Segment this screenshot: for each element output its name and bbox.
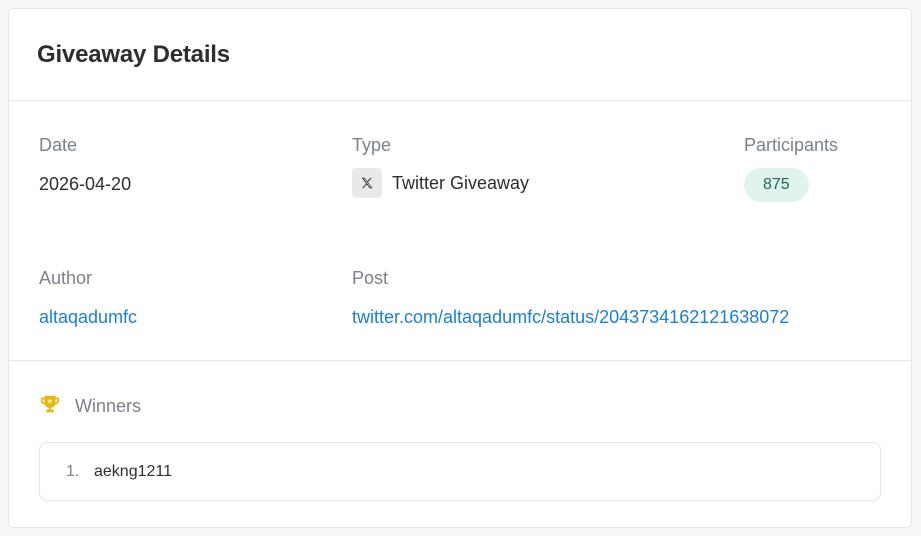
giveaway-details-card: Giveaway Details Date 2026-04-20 Type Tw…: [8, 8, 912, 528]
post-link[interactable]: twitter.com/altaqadumfc/status/204373416…: [352, 307, 789, 328]
post-field: Post twitter.com/altaqadumfc/status/2043…: [352, 268, 789, 328]
winners-title: Winners: [75, 396, 142, 416]
card-header: Giveaway Details: [9, 9, 911, 101]
author-link[interactable]: altaqadumfc: [39, 307, 137, 328]
winner-name: aekng1211: [94, 462, 172, 480]
winner-rank: 1.: [66, 462, 80, 480]
date-value: 2026-04-20: [39, 174, 132, 194]
type-label: Type: [352, 135, 392, 155]
date-label: Date: [39, 135, 78, 155]
winners-section: Winners 1. aekng1211: [9, 361, 911, 501]
x-logo-icon: [352, 168, 382, 198]
details-section: Date 2026-04-20 Type Twitter Giveaway Pa…: [9, 101, 911, 361]
type-value: Twitter Giveaway: [392, 172, 530, 193]
participants-field: Participants 875: [744, 135, 838, 202]
type-field: Type Twitter Giveaway: [352, 135, 529, 198]
trophy-icon: [39, 393, 61, 420]
winners-list: 1. aekng1211: [39, 442, 881, 501]
author-label: Author: [39, 268, 93, 288]
date-field: Date 2026-04-20: [39, 135, 131, 195]
winners-header: Winners: [39, 393, 881, 420]
author-value-row: altaqadumfc: [39, 307, 137, 328]
participants-value-row: 875: [744, 168, 838, 202]
post-label: Post: [352, 268, 389, 288]
participants-label: Participants: [744, 135, 839, 155]
type-value-row: Twitter Giveaway: [352, 168, 529, 198]
participants-badge: 875: [744, 168, 809, 202]
card-title: Giveaway Details: [37, 41, 230, 68]
author-field: Author altaqadumfc: [39, 268, 137, 328]
post-value-row: twitter.com/altaqadumfc/status/204373416…: [352, 307, 789, 328]
